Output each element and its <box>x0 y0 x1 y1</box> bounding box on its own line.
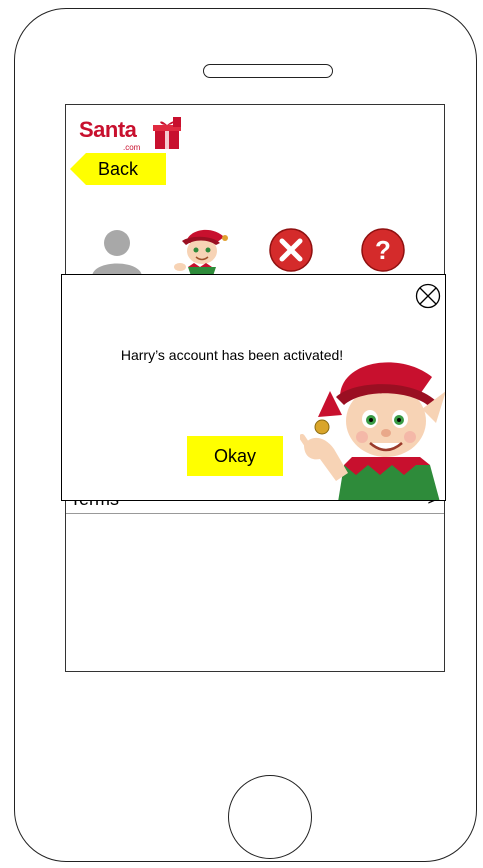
elf-icon[interactable] <box>172 227 234 279</box>
avatar-placeholder-icon[interactable] <box>90 227 144 277</box>
phone-speaker <box>203 64 333 78</box>
activation-modal: Harry’s account has been activated! Okay <box>61 274 446 501</box>
close-icon[interactable] <box>415 283 441 309</box>
cancel-icon[interactable] <box>268 227 314 273</box>
home-button[interactable] <box>228 775 312 859</box>
okay-button[interactable]: Okay <box>187 436 283 476</box>
elf-illustration <box>300 362 445 500</box>
gift-icon <box>153 117 181 149</box>
back-label: Back <box>98 159 139 179</box>
back-button[interactable]: Back <box>70 153 166 185</box>
logo-subtext: .com <box>123 143 141 152</box>
santa-logo: Santa .com <box>79 111 189 157</box>
svg-text:?: ? <box>375 235 391 265</box>
logo-text: Santa <box>79 117 137 142</box>
help-icon[interactable]: ? <box>360 227 406 273</box>
